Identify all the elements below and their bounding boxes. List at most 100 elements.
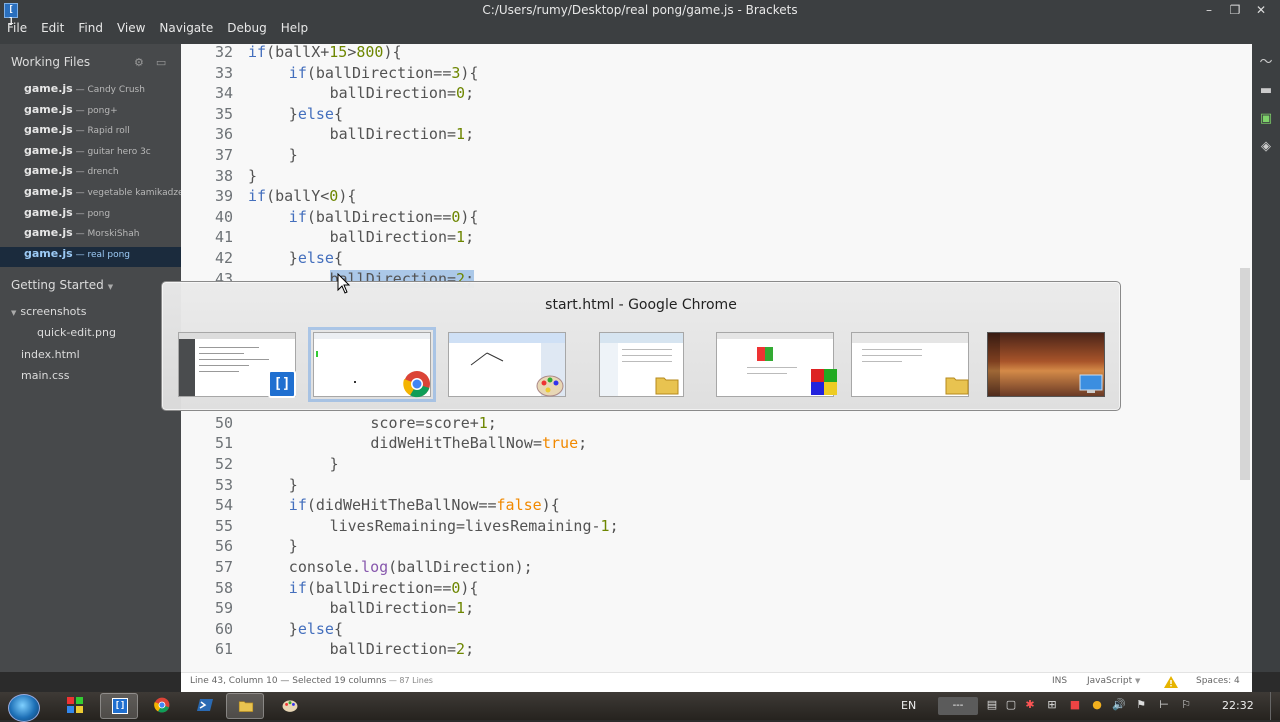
code-line[interactable]: 42}else{ (181, 248, 1252, 269)
line-number: 60 (214, 619, 233, 638)
working-file-item[interactable]: game.js — Rapid roll (0, 123, 181, 143)
menu-find[interactable]: Find (71, 19, 110, 37)
close-icon[interactable]: ✕ (1248, 2, 1274, 18)
code-line[interactable]: 57 console.log(ballDirection); (181, 557, 1252, 578)
line-number: 40 (214, 207, 233, 226)
working-file-item[interactable]: game.js — pong+ (0, 103, 181, 123)
indent-setting[interactable]: Spaces: 4 (1196, 676, 1240, 686)
taskbar-app-brackets[interactable]: [] (100, 693, 138, 719)
tree-file-quick-edit[interactable]: quick-edit.png (37, 326, 116, 339)
code-line[interactable]: 51 didWeHitTheBallNow=true; (181, 433, 1252, 454)
start-button[interactable] (8, 694, 40, 722)
code-line[interactable]: 33 if(ballDirection==3){ (181, 63, 1252, 84)
code-line[interactable]: 32 if(ballX+15>800){ (181, 44, 1252, 63)
antivirus-icon[interactable]: ✱ (1024, 699, 1036, 711)
code-text: if(ballDirection==0){ (288, 578, 479, 597)
gear-icon[interactable]: ⚙ (134, 56, 144, 69)
working-file-project: — pong (72, 208, 111, 219)
action-center-icon[interactable]: ⚑ (1135, 699, 1147, 711)
code-line[interactable]: 61 ballDirection=2; (181, 639, 1252, 660)
app-tray-icon[interactable]: ■ (1069, 699, 1081, 711)
monitor-icon[interactable]: ▢ (1005, 699, 1017, 711)
menu-debug[interactable]: Debug (220, 19, 273, 37)
windows-icon[interactable]: ⊞ (1046, 699, 1058, 711)
working-file-project: — drench (72, 167, 119, 178)
code-text: livesRemaining=livesRemaining-1; (329, 516, 619, 535)
minimize-icon[interactable]: – (1196, 2, 1222, 18)
working-file-item[interactable]: game.js — vegetable kamikadze (0, 185, 184, 205)
code-line[interactable]: 52} (181, 454, 1252, 475)
menu-edit[interactable]: Edit (34, 19, 71, 37)
taskbar-app-powershell[interactable] (186, 693, 224, 719)
working-file-item[interactable]: game.js — drench (0, 164, 181, 184)
code-line[interactable]: 53} (181, 475, 1252, 496)
taskbar-app-paint[interactable] (271, 693, 309, 719)
menu-navigate[interactable]: Navigate (152, 19, 220, 37)
line-number: 41 (214, 228, 233, 247)
code-text: score=score+1; (370, 413, 497, 432)
working-file-item[interactable]: game.js — real pong (0, 246, 181, 267)
input-method-box[interactable]: --- (938, 697, 978, 715)
project-dropdown[interactable]: Getting Started ▼ (11, 278, 113, 292)
sidebar: Working Files ⚙ ▭ game.js — Candy Crush g… (0, 44, 184, 672)
split-view-icon[interactable]: ▭ (156, 56, 166, 69)
code-line[interactable]: 37} (181, 145, 1252, 166)
taskbar-app-windows[interactable] (56, 693, 94, 719)
menu-view[interactable]: View (110, 19, 152, 37)
menu-file[interactable]: File (0, 19, 34, 37)
code-line[interactable]: 55 livesRemaining=livesRemaining-1; (181, 516, 1252, 537)
code-line[interactable]: 60 }else{ (181, 619, 1252, 640)
line-number: 33 (214, 63, 233, 82)
code-line[interactable]: 34 ballDirection=0; (181, 83, 1252, 104)
editor-scrollbar[interactable] (1240, 268, 1250, 480)
flag-icon[interactable]: ⚐ (1180, 699, 1192, 711)
code-line[interactable]: 38} (181, 166, 1252, 187)
code-line[interactable]: 58 if(ballDirection==0){ (181, 578, 1252, 599)
brackets-icon: [] (112, 698, 128, 714)
working-files-header: Working Files (11, 55, 91, 69)
taskbar-app-explorer[interactable] (226, 693, 264, 719)
working-file-project: — Rapid roll (72, 126, 130, 137)
clock[interactable]: 22:32 (1222, 699, 1254, 712)
code-line[interactable]: 41 ballDirection=1; (181, 227, 1252, 248)
code-line[interactable]: 36 ballDirection=1; (181, 124, 1252, 145)
code-line[interactable]: 50 score=score+1; (181, 413, 1252, 434)
code-line[interactable]: 54 if(didWeHitTheBallNow==false){ (181, 495, 1252, 516)
show-desktop-button[interactable] (1270, 692, 1280, 720)
code-line[interactable]: 59 ballDirection=1; (181, 598, 1252, 619)
working-file-item[interactable]: game.js — guitar hero 3c (0, 144, 181, 164)
tree-file-main-css[interactable]: main.css (21, 369, 70, 382)
code-text: } (288, 146, 298, 164)
language-dropdown[interactable]: JavaScript ▼ (1087, 676, 1140, 686)
working-file-project: — pong+ (72, 105, 118, 116)
working-file-project: — guitar hero 3c (72, 146, 151, 157)
gift-icon[interactable]: ▣ (1259, 112, 1273, 126)
code-text: }else{ (288, 619, 343, 638)
working-file-item[interactable]: game.js — Candy Crush (0, 82, 181, 102)
windows-flag-icon (67, 697, 83, 713)
code-line[interactable]: 39 if(ballY<0){ (181, 186, 1252, 207)
insert-mode[interactable]: INS (1052, 676, 1067, 686)
code-line[interactable]: 56} (181, 536, 1252, 557)
language-indicator[interactable]: EN (901, 699, 916, 712)
code-text: } (248, 166, 258, 185)
live-preview-icon[interactable]: 〜 (1259, 56, 1273, 70)
code-line[interactable]: 40 if(ballDirection==0){ (181, 207, 1252, 228)
update-icon[interactable]: ● (1091, 699, 1103, 711)
taskbar-app-chrome[interactable] (143, 693, 181, 719)
restore-icon[interactable]: ❐ (1222, 2, 1248, 18)
layers-icon[interactable]: ◈ (1259, 140, 1273, 154)
usb-icon[interactable]: ⊢ (1158, 699, 1170, 711)
network-icon[interactable]: ▤ (986, 699, 998, 711)
warning-icon[interactable] (1164, 676, 1178, 691)
working-file-project: — MorskiShah (72, 229, 140, 240)
tree-file-index[interactable]: index.html (21, 348, 80, 361)
speaker-icon[interactable]: 🔊 (1112, 699, 1126, 711)
working-file-item[interactable]: game.js — pong (0, 206, 181, 226)
tree-folder-screenshots[interactable]: ▼ screenshots (11, 305, 86, 318)
menu-bar: File Edit Find View Navigate Debug Help (0, 19, 315, 37)
code-line[interactable]: 35}else{ (181, 104, 1252, 125)
extension-manager-icon[interactable]: ▬ (1259, 84, 1273, 98)
working-file-item[interactable]: game.js — MorskiShah (0, 226, 181, 246)
menu-help[interactable]: Help (274, 19, 315, 37)
